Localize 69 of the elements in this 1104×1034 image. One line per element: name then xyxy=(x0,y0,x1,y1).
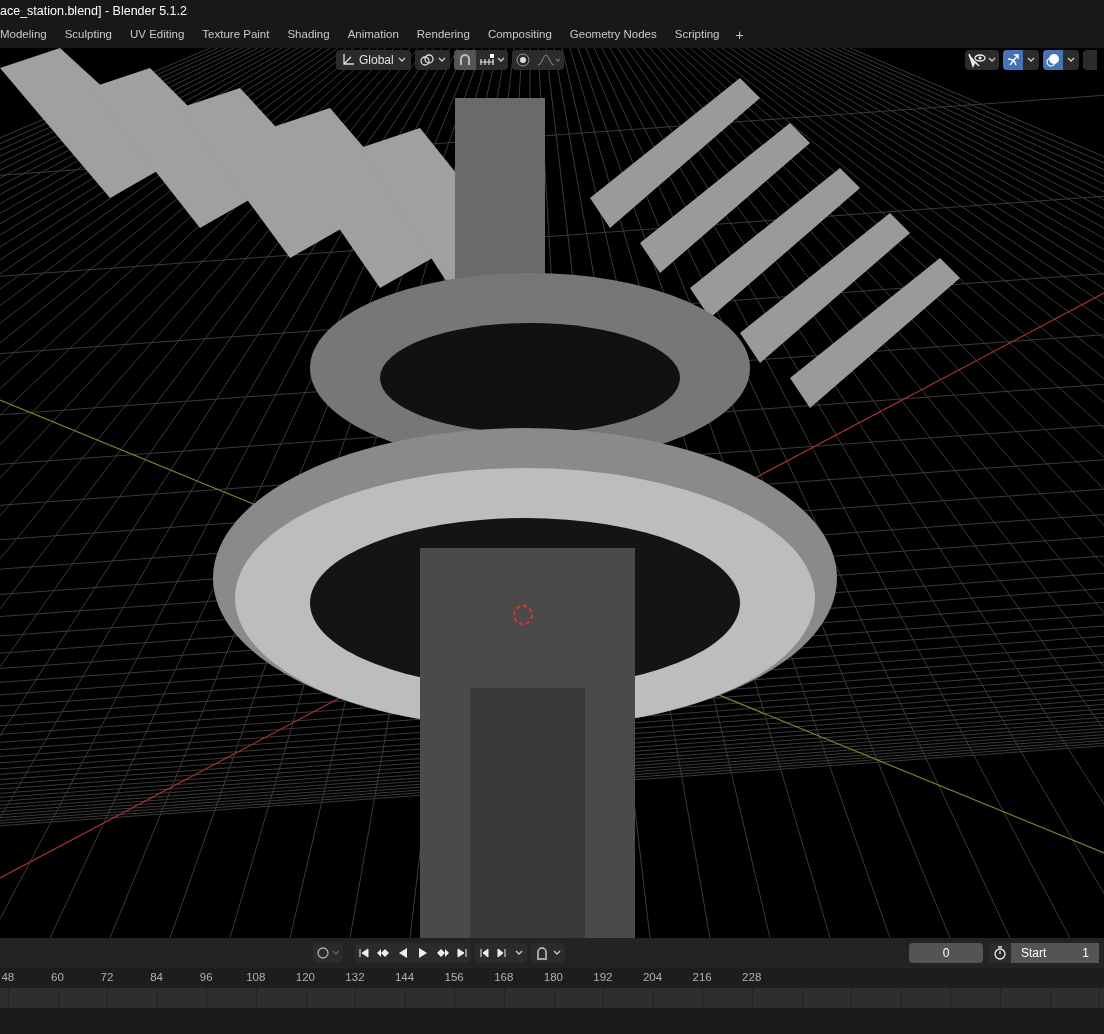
gizmo-toggle[interactable] xyxy=(1003,50,1023,70)
magnet-icon xyxy=(457,53,472,67)
increment-icon xyxy=(478,54,495,66)
chevron-icon xyxy=(496,57,505,63)
workspace-tab[interactable]: Texture Paint xyxy=(194,24,278,46)
frame-number: 72 xyxy=(99,970,115,986)
keyframe-forward-icon xyxy=(436,948,450,958)
workspace-tab[interactable]: Modeling xyxy=(0,24,55,46)
chevron-icon xyxy=(332,950,340,956)
chevron-icon xyxy=(397,57,406,63)
workspace-tab[interactable]: Compositing xyxy=(479,24,560,46)
overlay-circles-icon xyxy=(1046,53,1060,67)
overlays-toggle[interactable] xyxy=(1043,50,1063,70)
add-workspace-button[interactable]: + xyxy=(729,24,750,46)
keyframe-back-icon xyxy=(376,948,390,958)
link-icon xyxy=(418,53,435,67)
frame-number: 84 xyxy=(149,970,164,986)
visibility-dropdown[interactable] xyxy=(965,50,999,70)
window-title: ace_station.blend] - Blender 5.1.2 xyxy=(0,2,187,20)
play-icon xyxy=(418,948,428,958)
eye-cursor-icon xyxy=(968,52,986,68)
workspace-tab[interactable]: Rendering xyxy=(408,24,478,46)
jump-start-icon xyxy=(359,948,369,958)
play-reverse-icon xyxy=(398,948,408,958)
viewport[interactable]: Global xyxy=(0,48,1104,938)
frame-number: 120 xyxy=(294,970,316,986)
workspace-tab[interactable]: UV Editing xyxy=(122,24,193,46)
record-icon xyxy=(316,946,330,960)
frame-number: 228 xyxy=(741,970,763,986)
frame-number: 204 xyxy=(641,970,664,986)
frame-number: 48 xyxy=(0,970,16,986)
step-forward-icon xyxy=(497,948,507,958)
frame-number: 168 xyxy=(493,970,515,986)
keying-dropdown[interactable] xyxy=(313,943,343,963)
start-frame-field[interactable]: Start 1 xyxy=(1011,943,1099,963)
transform-orientation-dropdown[interactable]: Global xyxy=(336,50,411,70)
frame-number: 132 xyxy=(344,970,366,986)
jump-end-icon xyxy=(457,948,467,958)
gizmo-arrow-icon xyxy=(1006,53,1020,67)
xray-toggle[interactable] xyxy=(1083,50,1097,70)
workspace-tab[interactable]: Shading xyxy=(279,24,338,46)
frame-number: 156 xyxy=(443,970,465,986)
auto-key-dropdown[interactable] xyxy=(531,943,565,963)
arch-icon xyxy=(535,946,549,960)
chevron-icon xyxy=(515,950,523,956)
chevron-icon xyxy=(988,57,996,63)
frame-number: 96 xyxy=(198,970,214,986)
pivot-dropdown[interactable] xyxy=(414,50,450,70)
stopwatch-icon xyxy=(993,946,1007,960)
chevron-icon xyxy=(1067,57,1075,63)
current-frame-field[interactable]: 0 xyxy=(909,943,983,963)
workspace-tab[interactable]: Sculpting xyxy=(56,24,120,46)
chevron-icon xyxy=(553,950,561,956)
frame-number: 144 xyxy=(393,970,416,986)
frame-number: 60 xyxy=(50,970,65,986)
workspace-tab[interactable]: Scripting xyxy=(666,24,728,46)
falloff-curve-icon xyxy=(536,54,561,66)
step-back-icon xyxy=(479,948,489,958)
target-icon xyxy=(515,53,530,67)
frame-number: 192 xyxy=(592,970,614,986)
axes-icon xyxy=(341,53,355,67)
workspace-tab[interactable]: Animation xyxy=(339,24,407,46)
chevron-icon xyxy=(437,57,446,63)
frame-number: 216 xyxy=(691,970,713,986)
frame-number: 108 xyxy=(245,970,267,986)
frame-number: 180 xyxy=(542,970,564,986)
snap-toggle[interactable] xyxy=(453,50,476,70)
workspace-tab[interactable]: Geometry Nodes xyxy=(561,24,665,46)
chevron-icon xyxy=(1027,57,1035,63)
